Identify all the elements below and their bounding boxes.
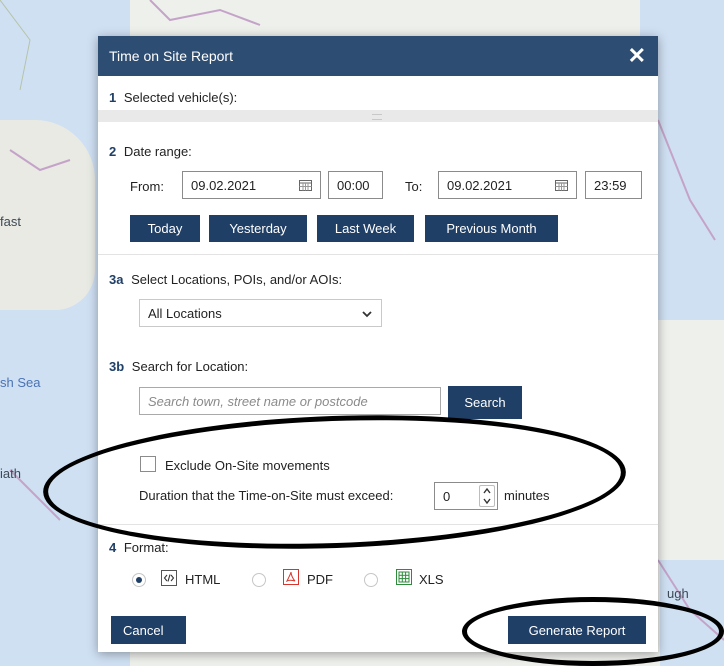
locations-select[interactable]: All Locations — [139, 299, 382, 327]
cancel-button[interactable]: Cancel — [111, 616, 186, 644]
section-3a-number: 3a — [109, 272, 124, 287]
divider — [98, 524, 658, 525]
section-1-title: Selected vehicle(s): — [123, 90, 238, 105]
format-xls-label: XLS — [419, 572, 444, 587]
previous-month-button[interactable]: Previous Month — [425, 215, 558, 242]
pdf-file-icon — [283, 569, 299, 585]
exclude-onsite-checkbox[interactable] — [140, 456, 156, 472]
format-xls-radio[interactable] — [364, 573, 378, 587]
from-time-value: 00:00 — [337, 177, 370, 193]
section-3a-title: Select Locations, POIs, and/or AOIs: — [131, 272, 343, 287]
from-label: From: — [130, 179, 164, 194]
section-3b-number: 3b — [109, 359, 125, 374]
generate-report-button[interactable]: Generate Report — [508, 616, 646, 644]
section-3b-heading: 3b Search for Location: — [109, 359, 248, 374]
calendar-icon[interactable] — [555, 179, 568, 191]
format-pdf-label: PDF — [307, 572, 333, 587]
divider — [98, 254, 658, 255]
last-week-button[interactable]: Last Week — [317, 215, 414, 242]
map-label-belfast: fast — [0, 214, 21, 229]
today-button[interactable]: Today — [130, 215, 200, 242]
section-4-title: Format: — [123, 540, 169, 555]
dialog-header: Time on Site Report ✕ — [98, 36, 658, 76]
stepper-buttons[interactable] — [479, 485, 495, 507]
map-label-ugh: ugh — [667, 586, 689, 601]
chevron-up-icon[interactable] — [483, 488, 491, 494]
to-label: To: — [405, 179, 423, 194]
section-1-number: 1 — [109, 90, 117, 105]
from-time-input[interactable]: 00:00 — [328, 171, 383, 199]
calendar-icon[interactable] — [299, 179, 312, 191]
exclude-onsite-label: Exclude On-Site movements — [165, 458, 330, 473]
time-on-site-dialog: Time on Site Report ✕ 1 Selected vehicle… — [98, 36, 658, 652]
format-pdf-radio[interactable] — [252, 573, 266, 587]
format-html-label: HTML — [185, 572, 221, 587]
to-time-input[interactable]: 23:59 — [585, 171, 642, 199]
section-4-heading: 4 Format: — [109, 540, 169, 555]
section-3b-title: Search for Location: — [131, 359, 249, 374]
duration-stepper[interactable]: 0 — [434, 482, 498, 510]
map-label-irish-sea: sh Sea — [0, 375, 41, 390]
search-button[interactable]: Search — [448, 386, 522, 419]
close-icon[interactable]: ✕ — [628, 45, 646, 67]
duration-value: 0 — [443, 488, 451, 504]
chevron-down-icon[interactable] — [483, 498, 491, 504]
yesterday-button[interactable]: Yesterday — [209, 215, 307, 242]
to-time-value: 23:59 — [594, 177, 627, 193]
location-search-input[interactable]: Search town, street name or postcode — [139, 387, 441, 415]
resize-grip-icon — [372, 114, 382, 120]
locations-select-value: All Locations — [148, 305, 222, 321]
map-label-iath: iath — [0, 466, 21, 481]
duration-unit: minutes — [504, 488, 550, 503]
location-search-placeholder: Search town, street name or postcode — [148, 393, 368, 409]
duration-label: Duration that the Time-on-Site must exce… — [139, 488, 394, 503]
section-4-number: 4 — [109, 540, 117, 555]
section-2-title: Date range: — [123, 144, 192, 159]
section-2-number: 2 — [109, 144, 117, 159]
vehicle-list-resizer[interactable] — [98, 110, 658, 122]
section-3a-heading: 3a Select Locations, POIs, and/or AOIs: — [109, 272, 342, 287]
from-date-input[interactable]: 09.02.2021 — [182, 171, 321, 199]
to-date-value: 09.02.2021 — [447, 177, 513, 193]
section-1-heading: 1 Selected vehicle(s): — [109, 90, 237, 105]
dialog-title: Time on Site Report — [109, 48, 233, 64]
section-2-heading: 2 Date range: — [109, 144, 192, 159]
xls-file-icon — [396, 569, 412, 585]
html-file-icon — [161, 570, 177, 586]
to-date-input[interactable]: 09.02.2021 — [438, 171, 577, 199]
from-date-value: 09.02.2021 — [191, 177, 257, 193]
format-html-radio[interactable] — [132, 573, 146, 587]
chevron-down-icon — [362, 311, 372, 318]
